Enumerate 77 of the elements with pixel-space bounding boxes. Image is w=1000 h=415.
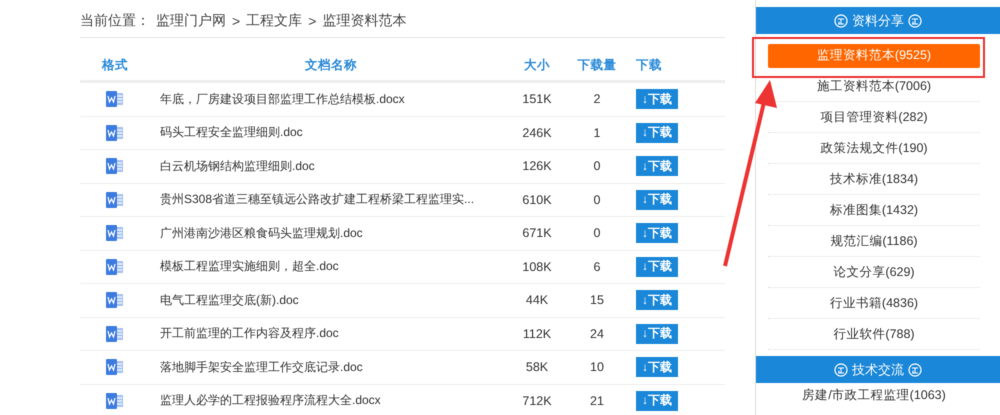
document-icon bbox=[105, 291, 125, 310]
category-link[interactable]: 行业软件(788) bbox=[833, 326, 915, 342]
breadcrumb-link[interactable]: 工程文库 bbox=[246, 12, 302, 30]
document-icon bbox=[105, 124, 125, 142]
file-size: 126K bbox=[521, 159, 553, 174]
breadcrumb-label: 当前位置： bbox=[80, 12, 150, 30]
seal-icon bbox=[834, 362, 848, 376]
file-name[interactable]: 模板工程监理实施细则，超全.doc bbox=[150, 258, 339, 276]
column-header: 下载 bbox=[635, 56, 663, 74]
document-icon bbox=[105, 324, 125, 343]
document-icon bbox=[105, 90, 125, 108]
file-name[interactable]: 白云机场钢结构监理细则.doc bbox=[150, 158, 315, 175]
breadcrumb-link[interactable]: 监理门户网 bbox=[156, 12, 226, 30]
download-button[interactable]: ↓下载 bbox=[636, 156, 678, 176]
category-link[interactable]: 行业书籍(4836) bbox=[830, 294, 918, 312]
column-header: 格式 bbox=[100, 56, 129, 74]
download-button[interactable]: ↓下载 bbox=[636, 89, 678, 110]
file-size: 108K bbox=[521, 260, 553, 274]
file-name[interactable]: 年底，厂房建设项目部监理工作总结模板.docx bbox=[150, 90, 405, 108]
download-button[interactable]: ↓下载 bbox=[636, 357, 678, 378]
section-title: 技术交流 bbox=[852, 360, 904, 378]
download-count: 21 bbox=[589, 394, 605, 408]
file-size: 112K bbox=[522, 326, 552, 341]
file-name[interactable]: 广州港南沙港区粮食码头监理规划.doc bbox=[150, 224, 363, 242]
file-name[interactable]: 贵州S308省道三穗至镇远公路改扩建工程桥梁工程监理实... bbox=[150, 191, 474, 208]
download-count: 0 bbox=[592, 192, 602, 207]
file-size: 44K bbox=[524, 293, 550, 308]
breadcrumb-separator: > bbox=[308, 12, 316, 28]
download-button[interactable]: ↓下载 bbox=[636, 256, 678, 277]
file-name[interactable]: 开工前监理的工作内容及程序.doc bbox=[150, 325, 339, 342]
download-count: 15 bbox=[589, 293, 605, 308]
column-header: 下载量 bbox=[576, 56, 618, 74]
category-link[interactable]: 规范汇编(1186) bbox=[830, 232, 918, 250]
document-icon bbox=[105, 392, 125, 410]
category-link[interactable]: 政策法规文件(190) bbox=[820, 140, 928, 156]
file-size: 712K bbox=[521, 394, 553, 408]
file-size: 671K bbox=[521, 226, 553, 240]
file-name[interactable]: 电气工程监理交底(新).doc bbox=[150, 292, 299, 309]
category-link[interactable]: 技术标准(1834) bbox=[830, 170, 918, 188]
download-button[interactable]: ↓下载 bbox=[636, 324, 678, 344]
category-link[interactable]: 项目管理资料(282) bbox=[820, 108, 928, 126]
download-count: 0 bbox=[592, 226, 602, 240]
download-count: 2 bbox=[592, 92, 602, 106]
download-count: 10 bbox=[589, 360, 605, 374]
category-link[interactable]: 房建/市政工程监理(1063) bbox=[802, 386, 946, 404]
file-size: 610K bbox=[521, 192, 553, 207]
download-count: 24 bbox=[589, 326, 605, 341]
section-title: 资料分享 bbox=[852, 12, 904, 30]
file-size: 246K bbox=[521, 126, 553, 140]
download-button[interactable]: ↓下载 bbox=[636, 223, 678, 244]
column-header: 大小 bbox=[523, 56, 551, 74]
breadcrumb-link[interactable]: 监理资料范本 bbox=[322, 12, 406, 30]
seal-icon bbox=[834, 14, 848, 28]
seal-icon bbox=[908, 14, 922, 28]
document-icon bbox=[105, 190, 125, 209]
category-link[interactable]: 标准图集(1432) bbox=[830, 202, 918, 218]
download-button[interactable]: ↓下载 bbox=[636, 290, 678, 310]
download-button[interactable]: ↓下载 bbox=[636, 390, 678, 411]
download-count: 1 bbox=[592, 126, 602, 140]
file-name[interactable]: 落地脚手架安全监理工作交底记录.doc bbox=[150, 358, 363, 376]
download-button[interactable]: ↓下载 bbox=[636, 122, 678, 143]
download-count: 6 bbox=[592, 260, 602, 274]
document-icon bbox=[105, 258, 125, 276]
download-count: 0 bbox=[592, 159, 602, 174]
file-name[interactable]: 监理人必学的工程报验程序流程大全.docx bbox=[150, 392, 381, 410]
document-icon bbox=[105, 358, 125, 376]
download-button[interactable]: ↓下载 bbox=[636, 190, 678, 210]
breadcrumb-separator: > bbox=[232, 12, 240, 28]
file-name[interactable]: 码头工程安全监理细则.doc bbox=[150, 124, 303, 142]
seal-icon bbox=[908, 362, 922, 376]
document-icon bbox=[105, 157, 125, 176]
file-size: 151K bbox=[521, 92, 553, 106]
category-link[interactable]: 施工资料范本(7006) bbox=[816, 78, 932, 94]
category-link[interactable]: 论文分享(629) bbox=[833, 264, 915, 280]
file-size: 58K bbox=[524, 360, 550, 374]
document-icon bbox=[105, 224, 125, 242]
column-header: 文档名称 bbox=[304, 56, 358, 74]
